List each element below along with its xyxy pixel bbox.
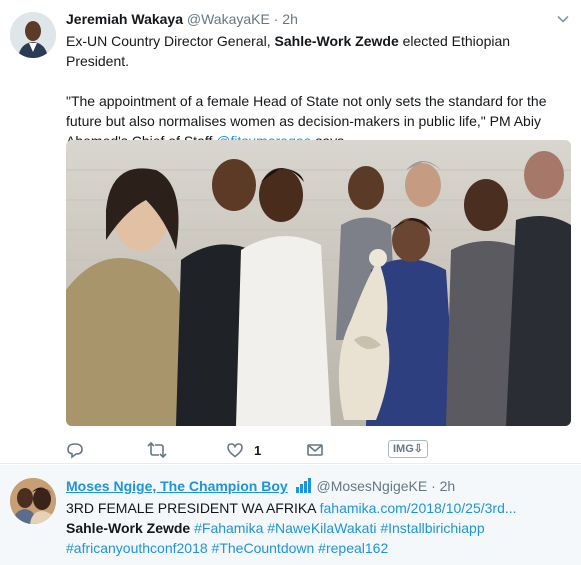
tweet-card-2[interactable]: Moses Ngige, The Champion Boy @MosesNgig… — [0, 465, 581, 565]
author-avatar[interactable] — [10, 12, 56, 58]
author-handle-2[interactable]: @MosesNgigeKE — [316, 478, 427, 494]
url-link[interactable]: fahamika.com/2018/10/25/3rd... — [320, 500, 517, 516]
timestamp-2[interactable]: 2h — [440, 478, 456, 494]
bold-name: Sahle-Work Zewde — [274, 33, 399, 49]
separator-dot: · — [273, 11, 279, 27]
like-button[interactable]: 1 — [226, 440, 261, 460]
tweet-header: Jeremiah Wakaya @WakayaKE · 2h — [66, 10, 298, 28]
separator-dot-2: · — [431, 478, 436, 494]
tweet-card[interactable]: Jeremiah Wakaya @WakayaKE · 2h Ex-UN Cou… — [0, 0, 581, 464]
direct-message-icon — [306, 441, 324, 459]
author-name-2[interactable]: Moses Ngige, The Champion Boy — [66, 478, 288, 494]
tweet-paragraph-1: Ex-UN Country Director General, Sahle-Wo… — [66, 31, 566, 71]
author-avatar-2[interactable] — [10, 478, 56, 524]
tweet-text-2: 3RD FEMALE PRESIDENT WA AFRIKA fahamika.… — [66, 498, 546, 558]
retweet-icon — [147, 441, 167, 459]
direct-message-button[interactable] — [306, 440, 324, 460]
author-handle[interactable]: @WakayaKE — [187, 11, 270, 27]
author-name[interactable]: Jeremiah Wakaya — [66, 11, 183, 27]
text-run: 3RD FEMALE PRESIDENT WA AFRIKA — [66, 500, 320, 516]
bold-name: Sahle-Work Zewde — [66, 520, 191, 536]
tweet-header-2: Moses Ngige, The Champion Boy @MosesNgig… — [66, 477, 455, 498]
like-icon — [226, 441, 244, 459]
like-count: 1 — [254, 442, 262, 458]
verified-badge-icon — [295, 478, 313, 498]
tweet-photo[interactable] — [66, 140, 571, 426]
reply-button[interactable] — [66, 440, 84, 460]
text-run: Ex-UN Country Director General, — [66, 33, 275, 49]
timestamp[interactable]: 2h — [282, 11, 298, 27]
chevron-down-icon[interactable] — [556, 12, 570, 26]
image-download-badge[interactable]: IMG⇩ — [388, 440, 428, 458]
tweet-actions: 1 IMG⇩ — [66, 440, 566, 460]
reply-icon — [66, 441, 84, 459]
retweet-button[interactable] — [147, 440, 167, 460]
